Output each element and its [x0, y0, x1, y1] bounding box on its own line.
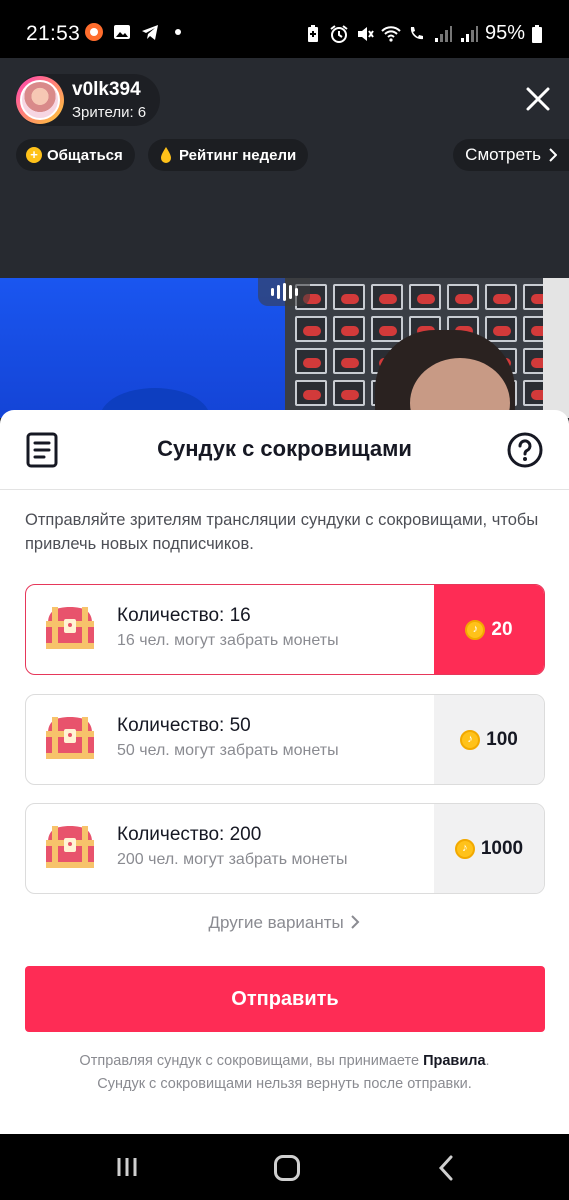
option-subtitle: 16 чел. могут забрать монеты — [117, 632, 339, 649]
dot-icon — [175, 29, 181, 35]
chevron-right-icon — [351, 915, 360, 929]
signal-icon — [434, 25, 452, 42]
live-header: v0lk394 Зрители: 6 + Общаться Рейтинг не… — [0, 58, 569, 278]
treasure-chest-icon — [46, 717, 94, 759]
sheet-description: Отправляйте зрителям трансляции сундуки … — [25, 511, 539, 553]
status-bar: 21:53 95% — [0, 0, 569, 58]
chat-chip[interactable]: + Общаться — [16, 139, 135, 171]
option-price: 1000 — [434, 804, 544, 893]
option-price-value: 20 — [491, 618, 513, 640]
watch-chip[interactable]: Смотреть — [453, 139, 569, 171]
legal-notice: Отправляя сундук с сокровищами, вы прини… — [0, 1050, 569, 1096]
home-icon[interactable] — [274, 1155, 300, 1181]
battery-saver-icon — [307, 24, 318, 42]
help-icon[interactable] — [507, 432, 543, 468]
treasure-chest-icon — [46, 826, 94, 868]
call-icon — [410, 26, 423, 39]
back-icon[interactable] — [436, 1154, 456, 1182]
chest-option-50[interactable]: Количество: 50 50 чел. могут забрать мон… — [25, 694, 545, 785]
battery-icon — [532, 24, 542, 43]
recorder-icon — [85, 23, 103, 41]
rules-link[interactable]: Правила — [423, 1053, 485, 1069]
treasure-chest-sheet: Сундук с сокровищами Отправляйте зрителя… — [0, 410, 569, 1134]
chest-option-16[interactable]: Количество: 16 16 чел. могут забрать мон… — [25, 584, 545, 675]
host-name: v0lk394 — [72, 79, 141, 100]
weekly-rating-label: Рейтинг недели — [179, 146, 297, 164]
option-price: 20 — [434, 585, 544, 674]
option-subtitle: 200 чел. могут забрать монеты — [117, 851, 348, 868]
option-subtitle: 50 чел. могут забрать монеты — [117, 742, 339, 759]
drop-icon — [161, 147, 171, 163]
treasure-chest-icon — [46, 607, 94, 649]
watch-label: Смотреть — [465, 145, 541, 164]
more-options-label: Другие варианты — [208, 913, 344, 932]
option-price-value: 1000 — [480, 837, 524, 859]
status-time: 21:53 — [26, 22, 81, 45]
gallery-icon — [114, 25, 130, 39]
legal-text-2: Сундук с сокровищами нельзя вернуть посл… — [97, 1076, 472, 1092]
option-quantity: Количество: 200 — [117, 824, 262, 845]
chest-option-200[interactable]: Количество: 200 200 чел. могут забрать м… — [25, 803, 545, 894]
coin-icon — [454, 838, 475, 859]
mute-icon — [357, 26, 374, 41]
close-icon[interactable] — [523, 84, 553, 114]
legal-text: Отправляя сундук с сокровищами, вы прини… — [79, 1053, 420, 1069]
alarm-icon — [330, 24, 348, 43]
option-price-value: 100 — [486, 728, 518, 750]
coin-icon — [465, 619, 486, 640]
avatar[interactable] — [16, 76, 64, 124]
weekly-rating-chip[interactable]: Рейтинг недели — [148, 139, 309, 171]
telegram-icon — [142, 25, 158, 40]
option-price: 100 — [434, 695, 544, 784]
plus-icon: + — [26, 147, 42, 163]
system-nav-bar — [0, 1134, 569, 1200]
coin-icon — [460, 729, 481, 750]
chevron-right-icon — [549, 148, 557, 162]
status-left-icons — [84, 22, 188, 42]
battery-percent: 95% — [484, 22, 525, 44]
more-options-link[interactable]: Другие варианты — [0, 913, 569, 933]
wifi-icon — [381, 25, 401, 42]
legal-period: . — [485, 1053, 490, 1069]
signal-icon — [460, 25, 478, 42]
audio-wave-icon[interactable] — [258, 278, 310, 306]
viewer-count: Зрители: 6 — [72, 104, 147, 121]
sheet-header: Сундук с сокровищами — [0, 410, 569, 490]
option-quantity: Количество: 16 — [117, 605, 251, 626]
option-quantity: Количество: 50 — [117, 715, 251, 736]
status-right-icons: 95% — [303, 22, 543, 45]
chat-chip-label: Общаться — [47, 146, 123, 164]
sheet-title: Сундук с сокровищами — [157, 436, 412, 461]
send-button[interactable]: Отправить — [25, 966, 545, 1032]
recent-apps-icon[interactable] — [116, 1156, 138, 1178]
host-info[interactable]: v0lk394 Зрители: 6 — [16, 74, 161, 126]
